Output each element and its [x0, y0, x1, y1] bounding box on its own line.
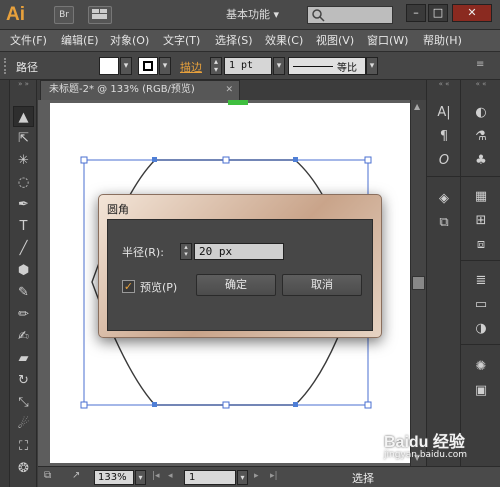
- status-bar: ⧉ ↗ 133% ▾ |◂ ◂ 1 ▾ ▸ ▸| 选择: [38, 466, 500, 487]
- align-panel-icon[interactable]: ▦: [470, 186, 492, 208]
- layers-panel-icon[interactable]: ◈: [433, 188, 455, 210]
- panel-divider: [427, 176, 461, 177]
- round-corners-dialog: 圆角 半径(R): ▴ ▾ 20 px ✓ 预览(P) 确定 取消: [98, 194, 382, 338]
- panel-divider: [461, 176, 500, 177]
- pathfinder-panel-icon[interactable]: ⧈: [470, 234, 492, 256]
- watermark: Baidu 经验 jingyan.baidu.com: [380, 428, 498, 468]
- scrollbar-thumb[interactable]: [412, 276, 425, 290]
- panel-divider: [461, 344, 500, 345]
- panel-collapse-icon[interactable]: « «: [427, 80, 461, 90]
- artboards-panel-icon[interactable]: ⧉: [433, 212, 455, 234]
- previous-artboard-icon[interactable]: ◂: [168, 471, 173, 481]
- opentype-panel-icon[interactable]: O: [433, 150, 455, 172]
- handle-bottom-right[interactable]: [364, 401, 372, 409]
- first-artboard-icon[interactable]: |◂: [152, 471, 160, 481]
- transform-panel-icon[interactable]: ⊞: [470, 210, 492, 232]
- radius-stepper[interactable]: ▴ ▾: [180, 243, 192, 260]
- handle-bottom-left[interactable]: [80, 401, 88, 409]
- watermark-url: jingyan.baidu.com: [384, 450, 468, 460]
- artboard-nav-icon[interactable]: ⧉: [44, 470, 51, 481]
- graphic-styles-panel-icon[interactable]: ▣: [470, 380, 492, 402]
- next-artboard-icon[interactable]: ▸: [254, 471, 259, 481]
- right-panel-dock-1: « « A| ¶ O ◈ ⧉: [426, 80, 461, 487]
- preview-checkbox[interactable]: ✓: [122, 280, 135, 293]
- watermark-brand: Baidu 经验: [384, 434, 465, 451]
- stroke-panel-icon[interactable]: ≣: [470, 270, 492, 292]
- gradient-panel-icon[interactable]: ▭: [470, 294, 492, 316]
- anchor-point[interactable]: [293, 157, 298, 162]
- zoom-field[interactable]: 133%: [94, 470, 134, 485]
- dialog-title: 圆角: [107, 203, 129, 216]
- last-artboard-icon[interactable]: ▸|: [270, 471, 278, 481]
- zoom-dropdown[interactable]: ▾: [135, 470, 146, 485]
- anchor-point[interactable]: [293, 402, 298, 407]
- transparency-panel-icon[interactable]: ◑: [470, 318, 492, 340]
- cancel-button[interactable]: 取消: [282, 274, 362, 296]
- preview-label: 预览(P): [140, 281, 178, 294]
- ok-button[interactable]: 确定: [196, 274, 276, 296]
- scroll-up-icon[interactable]: ▲: [414, 102, 420, 111]
- handle-top-center[interactable]: [222, 156, 230, 164]
- handle-bottom-center[interactable]: [222, 401, 230, 409]
- anchor-point[interactable]: [152, 157, 157, 162]
- radius-input[interactable]: 20 px: [194, 243, 284, 260]
- artboard-number-field[interactable]: 1: [184, 470, 236, 485]
- panel-divider: [461, 260, 500, 261]
- symbols-panel-icon[interactable]: ♣: [470, 150, 492, 172]
- status-text: 选择: [352, 472, 374, 485]
- share-icon[interactable]: ↗: [72, 470, 80, 481]
- anchor-point[interactable]: [152, 402, 157, 407]
- vertical-scrollbar[interactable]: ▲ ▼: [410, 100, 426, 466]
- color-panel-icon[interactable]: ◐: [470, 102, 492, 124]
- radius-label: 半径(R):: [122, 246, 164, 259]
- dialog-body: 半径(R): ▴ ▾ 20 px ✓ 预览(P) 确定 取消: [107, 219, 373, 331]
- handle-top-right[interactable]: [364, 156, 372, 164]
- artboard-dropdown[interactable]: ▾: [237, 470, 248, 485]
- panel-collapse-icon[interactable]: « «: [461, 80, 500, 90]
- character-panel-icon[interactable]: A|: [433, 102, 455, 124]
- brushes-panel-icon[interactable]: ⚗: [470, 126, 492, 148]
- appearance-panel-icon[interactable]: ✺: [470, 356, 492, 378]
- handle-top-left[interactable]: [80, 156, 88, 164]
- right-panel-dock-2: « « ◐ ⚗ ♣ ▦ ⊞ ⧈ ≣ ▭ ◑ ✺ ▣: [460, 80, 500, 487]
- paragraph-panel-icon[interactable]: ¶: [433, 126, 455, 148]
